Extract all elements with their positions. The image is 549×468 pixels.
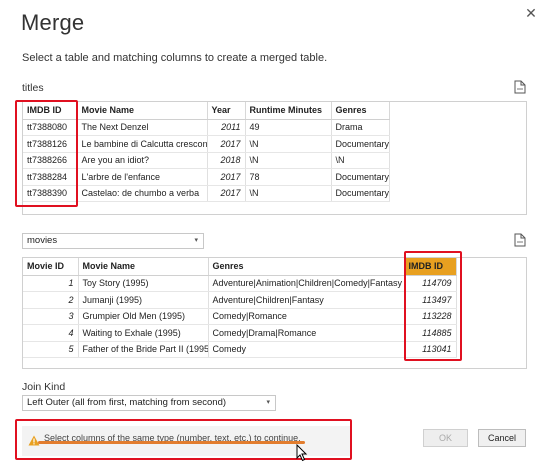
table-cell: Grumpier Old Men (1995) <box>78 308 209 325</box>
join-kind-value: Left Outer (all from first, matching fro… <box>27 397 227 408</box>
column-header-selected[interactable]: IMDB ID <box>404 258 457 276</box>
table-cell: tt7388266 <box>23 152 78 169</box>
chevron-down-icon: ▾ <box>266 399 270 406</box>
table-cell: Father of the Bride Part II (1995) <box>78 341 209 358</box>
table-cell: \N <box>245 152 332 169</box>
document-icon[interactable] <box>514 80 526 94</box>
column-header[interactable]: Year <box>207 102 246 120</box>
table-row: tt7388284 L'arbre de l'enfance 2017 78 Docum… <box>23 168 390 186</box>
table-cell: 5 <box>23 341 79 358</box>
table-cell: 2017 <box>207 135 246 153</box>
table-cell: 113041 <box>404 341 457 358</box>
column-header[interactable]: Genres <box>208 258 405 276</box>
table-cell: 49 <box>245 119 332 136</box>
table-cell: 4 <box>23 324 79 342</box>
table-cell: Castelao: de chumbo a verba <box>77 185 208 202</box>
column-header[interactable]: Genres <box>331 102 390 120</box>
table-row: 3 Grumpier Old Men (1995) Comedy|Romance 11… <box>23 308 457 325</box>
second-table-preview: Movie ID Movie Name Genres IMDB ID 1 Toy Sto… <box>22 257 527 369</box>
annotation-underline <box>38 441 305 444</box>
table-cell: \N <box>331 152 390 169</box>
table-row: 5 Father of the Bride Part II (1995) Comed… <box>23 341 457 358</box>
column-header[interactable]: Movie Name <box>77 102 208 120</box>
table-cell: The Next Denzel <box>77 119 208 136</box>
table-cell: Documentary <box>331 168 390 186</box>
join-kind-select[interactable]: Left Outer (all from first, matching fro… <box>22 395 276 411</box>
table-cell: \N <box>245 135 332 153</box>
second-table-select-value: movies <box>27 235 58 246</box>
table-cell: Comedy|Romance <box>208 308 405 325</box>
table-row: tt7388126 Le bambine di Calcutta crescono… <box>23 135 390 153</box>
table-cell: 114885 <box>404 324 457 342</box>
dialog-title: Merge <box>21 10 85 35</box>
cancel-button[interactable]: Cancel <box>478 429 526 447</box>
table-cell: 2017 <box>207 168 246 186</box>
second-table-select[interactable]: movies ▾ <box>22 233 204 249</box>
join-kind-label: Join Kind <box>22 381 66 393</box>
table-row: tt7388390 Castelao: de chumbo a verba 2017… <box>23 185 390 202</box>
table-cell: Documentary <box>331 135 390 153</box>
table-row: tt7388266 Are you an idiot? 2018 \N \N <box>23 152 390 169</box>
table-cell: Documentary <box>331 185 390 202</box>
close-icon[interactable]: ✕ <box>522 4 540 22</box>
table-cell: Toy Story (1995) <box>78 275 209 292</box>
ok-button[interactable]: OK <box>423 429 468 447</box>
table-cell: Waiting to Exhale (1995) <box>78 324 209 342</box>
first-table-preview: IMDB ID Movie Name Year Runtime Minutes Genr… <box>22 101 527 215</box>
table-cell: 1 <box>23 275 79 292</box>
second-table: Movie ID Movie Name Genres IMDB ID 1 Toy Sto… <box>23 258 457 358</box>
table-cell: 2 <box>23 291 79 309</box>
table-cell: Comedy|Drama|Romance <box>208 324 405 342</box>
column-header[interactable]: Runtime Minutes <box>245 102 332 120</box>
column-header[interactable]: IMDB ID <box>23 102 78 120</box>
table-cell: 3 <box>23 308 79 325</box>
table-cell: Drama <box>331 119 390 136</box>
table-cell: tt7388080 <box>23 119 78 136</box>
table-cell: tt7388126 <box>23 135 78 153</box>
table-cell: tt7388390 <box>23 185 78 202</box>
table-cell: 113228 <box>404 308 457 325</box>
dialog-description: Select a table and matching columns to c… <box>22 52 328 64</box>
table-cell: 78 <box>245 168 332 186</box>
table-cell: 2017 <box>207 185 246 202</box>
table-row: 2 Jumanji (1995) Adventure|Children|Fantas… <box>23 291 457 309</box>
table-cell: Adventure|Children|Fantasy <box>208 291 405 309</box>
table-cell: 2018 <box>207 152 246 169</box>
table-cell: Comedy <box>208 341 405 358</box>
table-cell: 2011 <box>207 119 246 136</box>
table-cell: tt7388284 <box>23 168 78 186</box>
table-cell: Le bambine di Calcutta crescono <box>77 135 208 153</box>
column-header[interactable]: Movie Name <box>78 258 209 276</box>
table-cell: 113497 <box>404 291 457 309</box>
chevron-down-icon: ▾ <box>194 237 198 244</box>
column-header[interactable]: Movie ID <box>23 258 79 276</box>
table-row: 4 Waiting to Exhale (1995) Comedy|Drama|Ro… <box>23 324 457 342</box>
first-table: IMDB ID Movie Name Year Runtime Minutes Genr… <box>23 102 390 202</box>
document-icon[interactable] <box>514 233 526 247</box>
table-cell: \N <box>245 185 332 202</box>
table-cell: L'arbre de l'enfance <box>77 168 208 186</box>
table-cell: Jumanji (1995) <box>78 291 209 309</box>
table-row: 1 Toy Story (1995) Adventure|Animation|Chi… <box>23 275 457 292</box>
table-cell: Are you an idiot? <box>77 152 208 169</box>
first-table-label: titles <box>22 82 44 94</box>
table-cell: Adventure|Animation|Children|Comedy|Fant… <box>208 275 405 292</box>
mouse-cursor-icon <box>296 443 308 462</box>
table-row: tt7388080 The Next Denzel 2011 49 Drama <box>23 119 390 136</box>
table-cell: 114709 <box>404 275 457 292</box>
